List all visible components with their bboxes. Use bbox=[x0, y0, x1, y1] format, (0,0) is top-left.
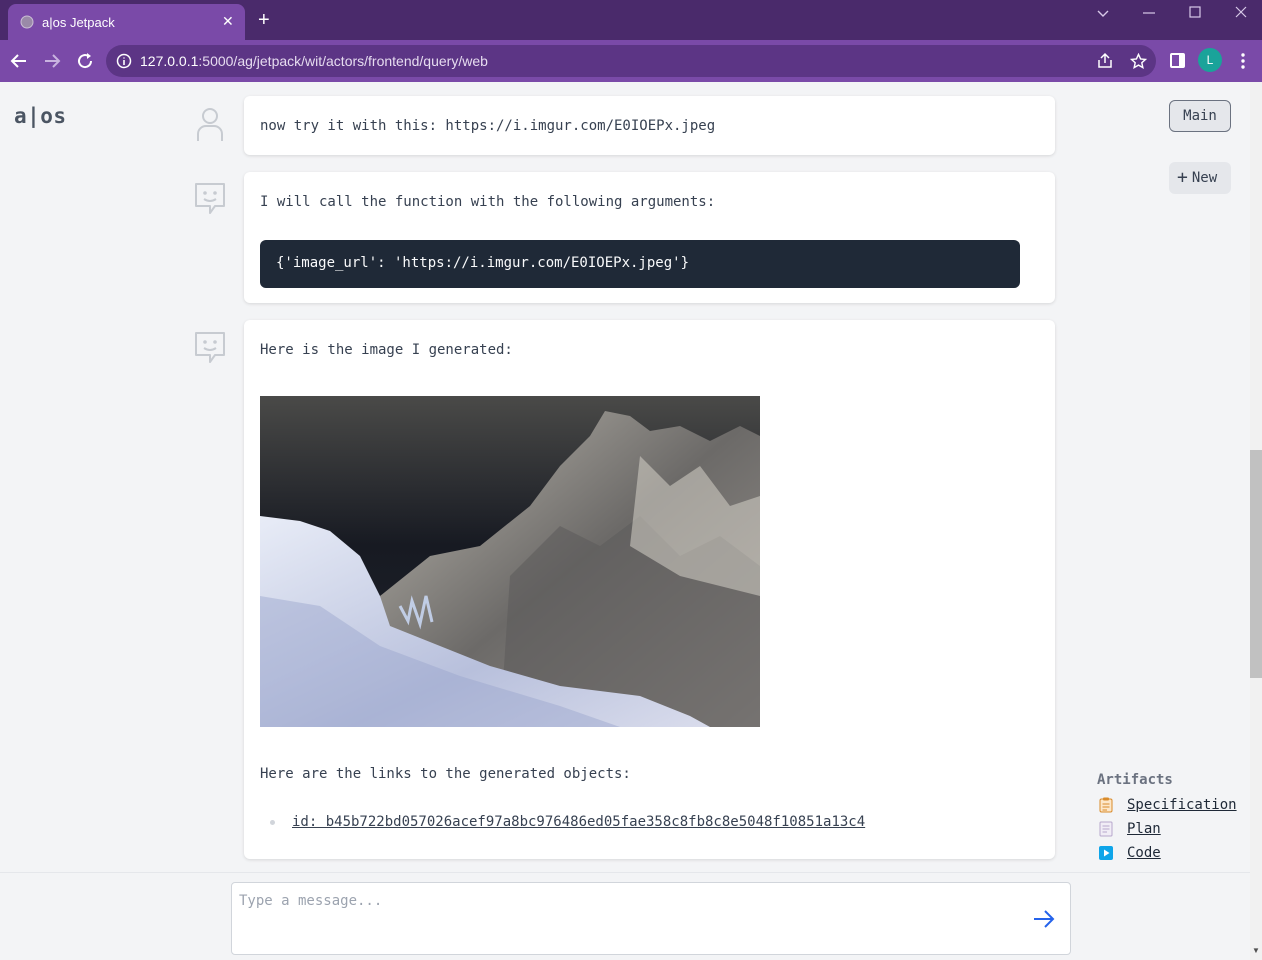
more-menu-icon[interactable] bbox=[1240, 52, 1246, 70]
code-block: {'image_url': 'https://i.imgur.com/E0IOE… bbox=[260, 240, 1020, 288]
message-card-assistant-image: Here is the image I generated: Here are … bbox=[244, 320, 1055, 859]
reload-icon[interactable] bbox=[76, 52, 94, 70]
share-icon[interactable] bbox=[1096, 52, 1114, 70]
scroll-down-arrow-icon[interactable]: ▼ bbox=[1252, 946, 1260, 955]
artifact-label: Plan bbox=[1127, 821, 1161, 837]
bookmark-star-icon[interactable] bbox=[1130, 53, 1147, 70]
minimize-icon[interactable] bbox=[1142, 6, 1156, 20]
scrollbar-thumb[interactable] bbox=[1250, 450, 1262, 678]
message-text: now try it with this: https://i.imgur.co… bbox=[260, 118, 716, 134]
send-arrow-icon[interactable] bbox=[1032, 907, 1056, 931]
main-button[interactable]: Main bbox=[1169, 100, 1231, 132]
forward-arrow-icon[interactable] bbox=[43, 52, 61, 70]
generated-object-link[interactable]: id: b45b722bd057026acef97a8bc976486ed05f… bbox=[292, 814, 865, 830]
new-button[interactable]: + New bbox=[1169, 162, 1231, 194]
profile-avatar[interactable]: L bbox=[1198, 48, 1222, 72]
tab-title: a|os Jetpack bbox=[42, 15, 115, 30]
artifact-label: Code bbox=[1127, 845, 1161, 861]
new-button-label: New bbox=[1191, 170, 1218, 186]
generated-image bbox=[260, 396, 760, 727]
tab-search-icon[interactable] bbox=[1096, 6, 1110, 20]
page-scrollbar[interactable]: ▼ bbox=[1250, 82, 1262, 960]
new-tab-button[interactable]: + bbox=[258, 10, 270, 30]
artifact-label: Specification bbox=[1127, 797, 1237, 813]
message-card-user: now try it with this: https://i.imgur.co… bbox=[244, 96, 1055, 155]
image-intro-text: Here is the image I generated: bbox=[260, 342, 513, 358]
bot-avatar-icon bbox=[195, 183, 225, 214]
browser-tab-strip: a|os Jetpack ✕ + bbox=[0, 0, 1262, 40]
list-bullet bbox=[270, 820, 275, 825]
clipboard-icon bbox=[1099, 797, 1113, 813]
maximize-icon[interactable] bbox=[1188, 5, 1202, 19]
message-input[interactable] bbox=[239, 893, 1009, 909]
artifacts-panel: Artifacts Specification Plan Code bbox=[1097, 772, 1237, 861]
app-logo: a|os bbox=[14, 104, 67, 128]
play-icon bbox=[1099, 846, 1113, 860]
composer-area bbox=[0, 872, 1250, 960]
browser-toolbar: 127.0.0.1:5000/ag/jetpack/wit/actors/fro… bbox=[0, 40, 1262, 82]
address-bar[interactable]: 127.0.0.1:5000/ag/jetpack/wit/actors/fro… bbox=[106, 45, 1156, 77]
app-page: a|os Main + New now try it with this: htt… bbox=[0, 82, 1250, 960]
window-close-icon[interactable] bbox=[1234, 5, 1248, 19]
artifacts-header: Artifacts bbox=[1097, 772, 1173, 788]
document-icon bbox=[1099, 821, 1113, 837]
info-icon[interactable] bbox=[116, 53, 132, 69]
bot-avatar-icon bbox=[195, 332, 225, 363]
links-intro-text: Here are the links to the generated obje… bbox=[260, 766, 631, 782]
url-text[interactable]: 127.0.0.1:5000/ag/jetpack/wit/actors/fro… bbox=[140, 53, 488, 69]
plus-icon: + bbox=[1177, 167, 1188, 188]
message-composer[interactable] bbox=[231, 882, 1071, 955]
browser-tab[interactable]: a|os Jetpack ✕ bbox=[8, 4, 245, 40]
side-panel-icon[interactable] bbox=[1170, 53, 1185, 68]
tab-close-icon[interactable]: ✕ bbox=[222, 13, 234, 30]
globe-icon bbox=[20, 15, 34, 29]
url-host: 127.0.0.1 bbox=[140, 53, 199, 69]
user-avatar-icon bbox=[197, 108, 223, 141]
message-card-assistant: I will call the function with the follow… bbox=[244, 172, 1055, 303]
message-text: I will call the function with the follow… bbox=[260, 194, 716, 210]
back-arrow-icon[interactable] bbox=[10, 52, 28, 70]
url-path: :5000/ag/jetpack/wit/actors/frontend/que… bbox=[198, 53, 488, 69]
